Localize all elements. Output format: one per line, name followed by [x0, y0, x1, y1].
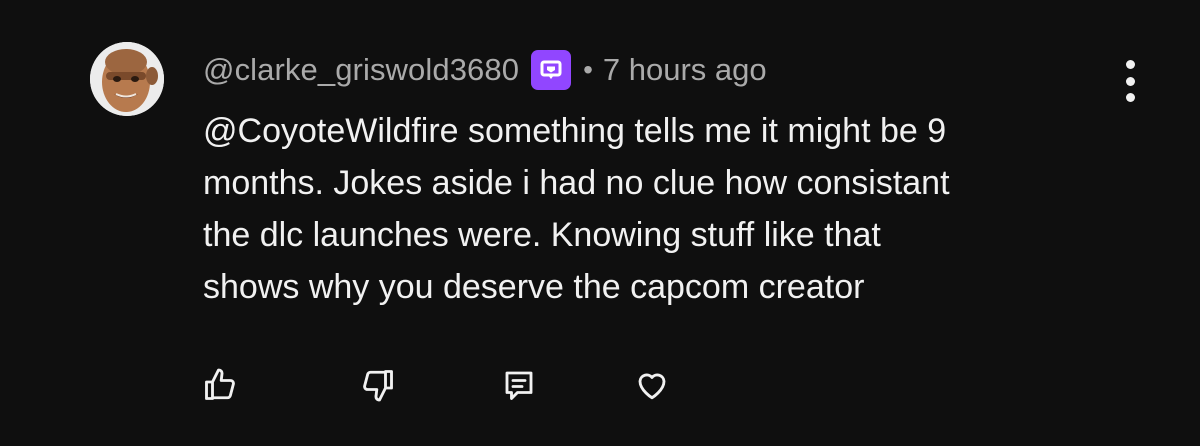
- comment-header: @clarke_griswold3680 • 7 hours ago: [203, 50, 767, 90]
- avatar-image: [90, 42, 164, 116]
- author-name[interactable]: @clarke_griswold3680: [203, 52, 519, 88]
- separator-dot: •: [583, 54, 593, 85]
- heart-button[interactable]: [629, 362, 675, 408]
- like-button[interactable]: [197, 362, 243, 408]
- thumbs-down-icon: [363, 370, 393, 402]
- comment-text-line: @CoyoteWildfire something tells me it mi…: [203, 112, 947, 150]
- comment-icon: [505, 371, 533, 400]
- thumbs-up-icon: [205, 368, 235, 400]
- comment: @clarke_griswold3680 • 7 hours ago @Coyo…: [0, 0, 1200, 446]
- chat-bubble-badge-icon: [531, 50, 572, 90]
- comment-text-line: shows why you deserve the capcom creator: [203, 268, 865, 306]
- comment-text: @CoyoteWildfire something tells me it mi…: [203, 105, 1123, 313]
- comment-text-line: months. Jokes aside i had no clue how co…: [203, 164, 950, 202]
- heart-icon: [638, 373, 666, 400]
- comment-text-line: the dlc launches were. Knowing stuff lik…: [203, 216, 881, 254]
- vertical-dots-icon[interactable]: [1110, 58, 1150, 104]
- reply-button[interactable]: [496, 362, 542, 408]
- comment-timestamp[interactable]: 7 hours ago: [603, 52, 767, 88]
- dislike-button[interactable]: [355, 362, 401, 408]
- avatar[interactable]: [90, 42, 164, 116]
